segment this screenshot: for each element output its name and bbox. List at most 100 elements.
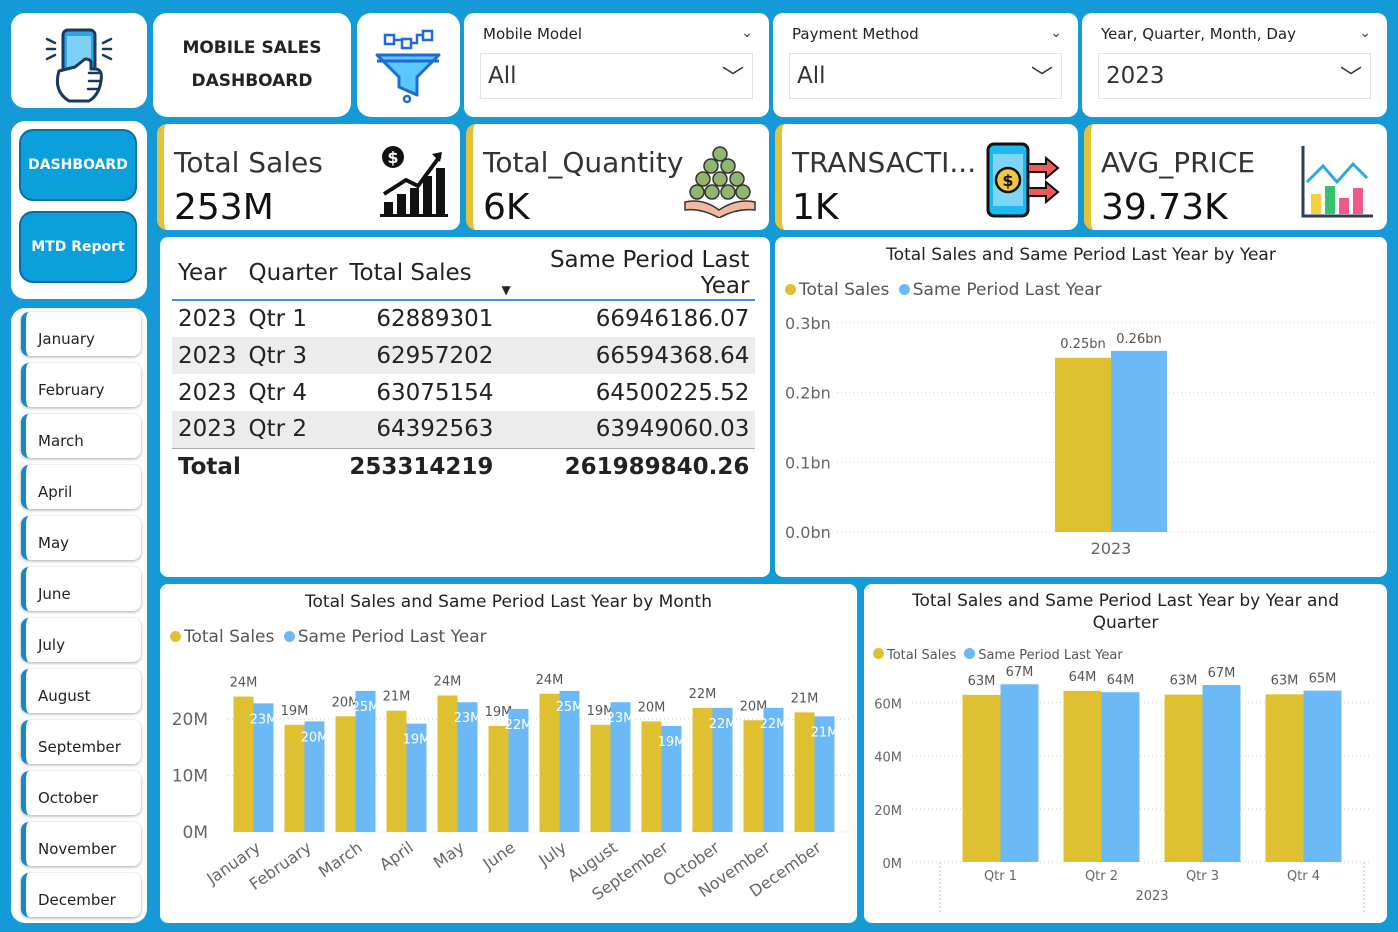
- month-slicer: January February March April May June Ju…: [11, 308, 147, 923]
- mobile-model-dropdown[interactable]: All ﹀: [480, 53, 753, 99]
- column-header-quarter[interactable]: Quarter: [242, 247, 344, 301]
- mtd-report-nav-button[interactable]: MTD Report: [19, 211, 137, 283]
- cell-year: 2023: [172, 411, 243, 448]
- bar-total-sales: [1265, 694, 1304, 862]
- payment-method-slicer[interactable]: Payment Method ⌄ All ﹀: [773, 13, 1078, 117]
- chart-by-year-card: Total Sales and Same Period Last Year by…: [775, 237, 1387, 577]
- x-group-label: 2023: [1135, 889, 1168, 904]
- column-header-year[interactable]: Year: [172, 247, 243, 301]
- data-label: 23M: [250, 712, 278, 727]
- cell-year: 2023: [178, 379, 237, 406]
- mobile-model-slicer[interactable]: Mobile Model ⌄ All ﹀: [464, 13, 769, 117]
- cell-last-year: 66594368.64: [499, 337, 756, 374]
- slicer-value: All: [488, 63, 517, 89]
- kpi-value: 6K: [483, 187, 530, 228]
- sales-growth-icon: $: [380, 146, 448, 217]
- data-label: 20M: [301, 730, 329, 745]
- kpi-total-quantity: Total_Quantity 6K: [466, 124, 769, 230]
- cell-last-year: 63949060.03: [499, 411, 756, 448]
- column-header-total-sales[interactable]: Total Sales: [343, 247, 500, 301]
- x-tick-label: Qtr 4: [1287, 869, 1320, 884]
- column-header-same-period-last-year[interactable]: Same Period Last Year ▼: [499, 247, 756, 301]
- table-row: 2023 Qtr 2 64392563 63949060.03: [172, 411, 756, 448]
- x-tick-label: April: [376, 838, 417, 875]
- kpi-value: 39.73K: [1101, 187, 1228, 228]
- data-label: 63M: [968, 674, 996, 689]
- cell-quarter: Qtr 1: [248, 306, 308, 332]
- data-label: 20M: [740, 699, 768, 714]
- y-tick-label: 10M: [172, 767, 208, 787]
- page-title-line1: MOBILE SALES: [182, 38, 322, 58]
- table-row: 2023 Qtr 1 62889301 66946186.07: [172, 300, 755, 337]
- chevron-down-icon[interactable]: ﹀: [1031, 60, 1053, 92]
- chart-by-quarter-card: Total Sales and Same Period Last Year by…: [864, 584, 1387, 923]
- cell-total-sales: 63075154: [376, 379, 494, 406]
- bar-total-sales: [1055, 357, 1111, 532]
- chevron-down-icon[interactable]: ⌄: [741, 25, 753, 41]
- data-label: 19M: [281, 704, 309, 719]
- kpi-value: 253M: [174, 187, 274, 228]
- data-label: 0.25bn: [1060, 337, 1105, 352]
- data-label: 22M: [709, 717, 737, 732]
- bar-chart-by-quarter[interactable]: 0M 20M 40M 60M 63M 67M Qtr 1 64M 64M Qtr 2 63M 67M Q…: [864, 584, 1387, 923]
- data-label: 64M: [1107, 673, 1135, 688]
- month-button-may[interactable]: May: [21, 516, 141, 560]
- bar-total-sales: [962, 694, 1001, 862]
- bar-total-sales: [335, 716, 356, 832]
- date-hierarchy-slicer[interactable]: Year, Quarter, Month, Day ⌄ 2023 ﹀: [1082, 13, 1387, 117]
- x-tick-label: Qtr 3: [1186, 869, 1219, 884]
- kpi-value: 1K: [792, 187, 839, 228]
- bar-last-year: [1303, 690, 1342, 862]
- month-button-august[interactable]: August: [21, 669, 141, 713]
- bar-total-sales: [386, 710, 407, 832]
- bar-total-sales: [590, 724, 611, 832]
- bar-total-sales: [743, 720, 764, 832]
- data-label: 21M: [791, 691, 819, 706]
- x-tick-label: May: [430, 838, 468, 873]
- cell-total-sales: 64392563: [343, 411, 500, 448]
- data-label: 22M: [505, 718, 533, 733]
- funnel-filter-icon: [375, 29, 441, 104]
- month-button-september[interactable]: September: [21, 720, 141, 764]
- cell-last-year-sum: 261989840.26: [499, 447, 756, 485]
- cell-total-label: Total: [172, 447, 344, 485]
- filter-icon-card[interactable]: [357, 13, 460, 117]
- dashboard-nav-button[interactable]: DASHBOARD: [19, 129, 137, 201]
- app-logo-card: [11, 13, 147, 108]
- chevron-down-icon[interactable]: ﹀: [1340, 60, 1362, 92]
- month-button-march[interactable]: March: [21, 414, 141, 458]
- date-dropdown[interactable]: 2023 ﹀: [1098, 53, 1371, 99]
- bar-last-year: [1000, 684, 1039, 862]
- bar-chart-by-year[interactable]: 0.0bn 0.1bn 0.2bn 0.3bn 0.25bn 0.26bn 2023: [775, 237, 1387, 577]
- cell-quarter: Qtr 4: [248, 379, 308, 406]
- y-tick-label: 0.2bn: [785, 384, 831, 403]
- month-button-february[interactable]: February: [21, 363, 141, 407]
- cell-year: 2023: [172, 337, 243, 374]
- x-tick-label: June: [479, 838, 519, 874]
- chevron-down-icon[interactable]: ⌄: [1359, 25, 1371, 41]
- y-tick-label: 0.1bn: [785, 453, 831, 472]
- month-button-december[interactable]: December: [21, 873, 141, 917]
- cell-last-year: 66946186.07: [595, 306, 750, 332]
- y-tick-label: 0.0bn: [785, 523, 831, 542]
- y-tick-label: 20M: [874, 804, 902, 819]
- month-button-june[interactable]: June: [21, 567, 141, 611]
- data-label: 20M: [638, 700, 666, 715]
- sort-descending-icon[interactable]: ▼: [501, 283, 510, 297]
- cell-total-sales-sum: 253314219: [343, 447, 500, 485]
- data-label: 19M: [403, 733, 431, 748]
- sales-by-quarter-table: Year Quarter Total Sales Same Period Las…: [172, 247, 756, 485]
- chevron-down-icon[interactable]: ﹀: [722, 60, 744, 92]
- payment-method-dropdown[interactable]: All ﹀: [789, 53, 1062, 99]
- month-button-july[interactable]: July: [21, 618, 141, 662]
- data-label: 23M: [607, 711, 635, 726]
- month-button-april[interactable]: April: [21, 465, 141, 509]
- month-button-november[interactable]: November: [21, 822, 141, 866]
- bar-chart-by-month[interactable]: 0M10M20M24M23MJanuary19M20MFebruary20M25…: [160, 584, 857, 923]
- month-button-october[interactable]: October: [21, 771, 141, 815]
- chevron-down-icon[interactable]: ⌄: [1050, 25, 1062, 41]
- kpi-label: Total Sales: [174, 146, 323, 179]
- slicer-label: Year, Quarter, Month, Day: [1101, 25, 1296, 43]
- month-button-january[interactable]: January: [21, 312, 141, 356]
- bar-last-year: [1202, 685, 1241, 862]
